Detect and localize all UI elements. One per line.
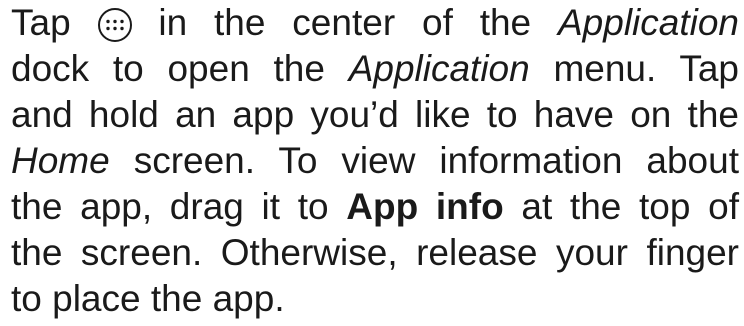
- app-grid-icon: [97, 8, 132, 42]
- line-3: and hold an app you’d like to have on th…: [11, 94, 739, 135]
- instruction-paragraph: Tap in the center of the Application doc…: [11, 0, 739, 322]
- term-application-menu: Application: [348, 48, 530, 89]
- text-drag-to: the app, drag it to: [11, 186, 329, 227]
- term-app-info: App info: [346, 186, 504, 227]
- line-4: Home screen. To view information about: [11, 138, 739, 184]
- text-top-of: at the top of: [521, 186, 739, 227]
- text-center-of: in the center of the: [158, 2, 532, 43]
- text-menu-tap: menu. Tap: [553, 48, 739, 89]
- manual-page: Tap in the center of the Application doc…: [0, 0, 744, 326]
- line-2: dock to open the Application menu. Tap: [11, 46, 739, 92]
- term-application: Application: [558, 2, 740, 43]
- line-6: the screen. Otherwise, release your fing…: [11, 232, 739, 273]
- line-1: Tap in the center of the Application: [11, 0, 739, 46]
- text-screen-view: screen. To view information about: [133, 140, 739, 181]
- line-5: the app, drag it to App info at the top …: [11, 184, 739, 230]
- term-home: Home: [11, 140, 110, 181]
- text-tap: Tap: [11, 2, 71, 43]
- text-dock-open: dock to open the: [11, 48, 325, 89]
- line-7: to place the app.: [11, 278, 285, 319]
